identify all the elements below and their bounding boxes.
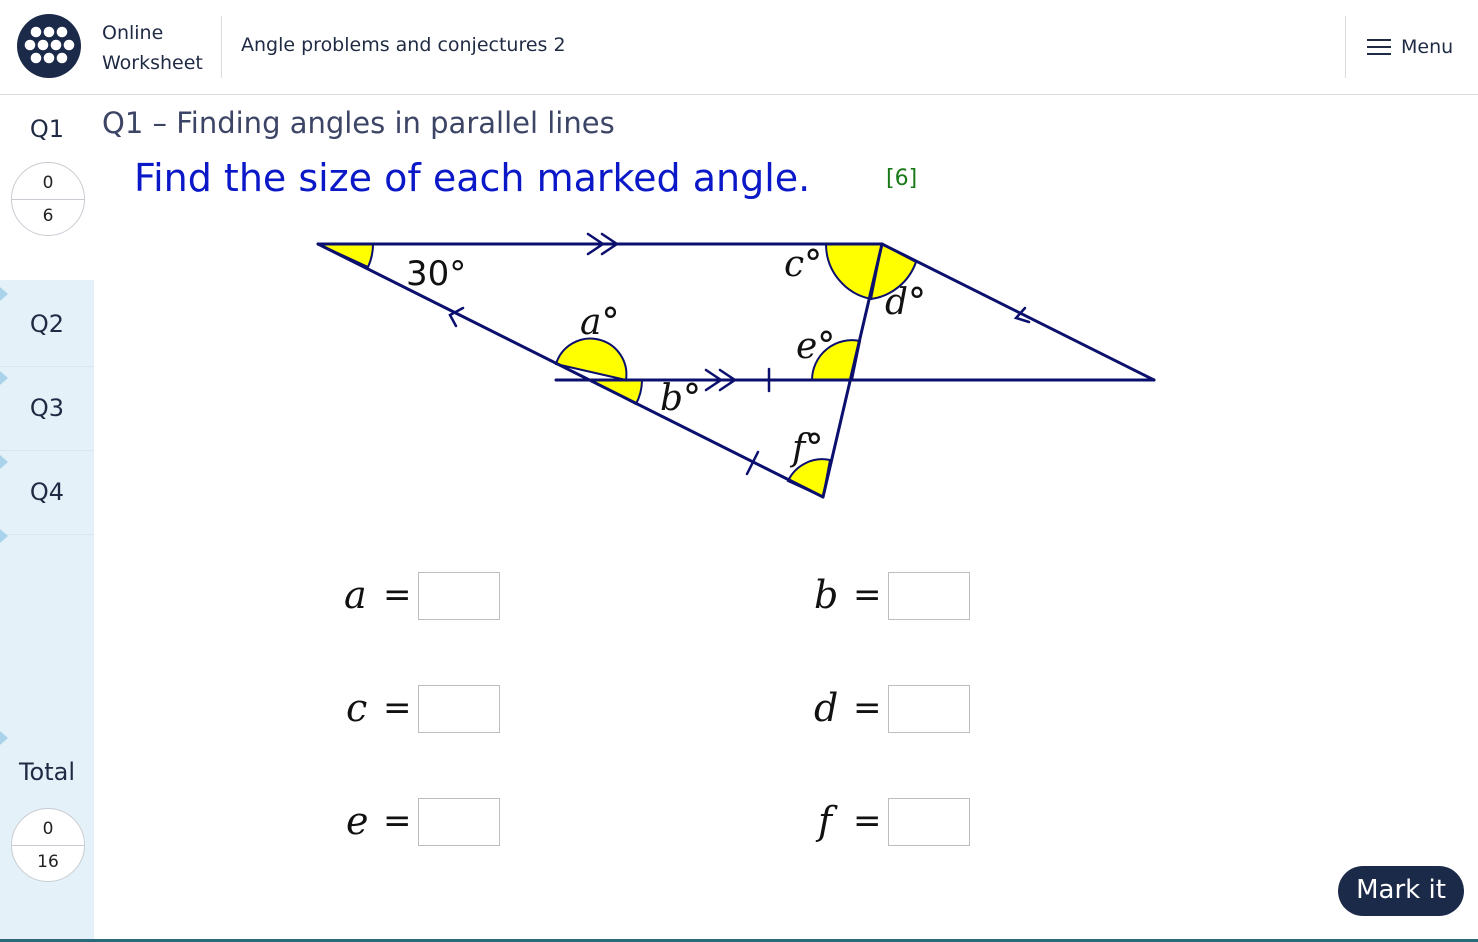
answer-f-label: f — [818, 799, 833, 843]
answer-a-label: a — [344, 573, 367, 617]
total-score: 0 — [42, 819, 54, 839]
left-transversal — [316, 242, 825, 499]
brand-line-2: Worksheet — [102, 52, 203, 74]
menu-label: Menu — [1401, 36, 1454, 58]
parallel-lines-diagram: 30° c° d° a° e° b° f° — [316, 232, 1156, 499]
q1-score: 0 — [42, 173, 54, 193]
label-b: b° — [660, 378, 701, 419]
total-score-circle: 0 16 — [11, 808, 85, 882]
sidebar-item-q2[interactable]: Q2 — [0, 280, 94, 367]
label-a: a° — [580, 302, 619, 343]
answer-a-input[interactable] — [418, 572, 500, 620]
answer-b-equals: = — [853, 575, 882, 615]
answer-e-label: e — [346, 799, 369, 843]
answer-e-equals: = — [383, 801, 412, 841]
q4-label: Q4 — [29, 478, 65, 506]
answer-c-equals: = — [383, 688, 412, 728]
label-c: c° — [784, 244, 822, 285]
header-divider-right — [1345, 16, 1346, 78]
label-d: d° — [885, 282, 926, 323]
answer-f-equals: = — [853, 801, 882, 841]
angle-a-sector — [554, 337, 628, 382]
tab-notch — [0, 448, 8, 476]
answer-f-input[interactable] — [888, 798, 970, 846]
total-label: Total — [18, 758, 76, 786]
tab-notch — [0, 522, 8, 550]
answer-b-input[interactable] — [888, 572, 970, 620]
header-divider — [221, 16, 222, 78]
total-max: 16 — [37, 852, 59, 872]
brand-line-1: Online — [102, 22, 164, 44]
q1-label: Q1 — [29, 115, 65, 143]
answer-a-equals: = — [383, 575, 412, 615]
sidebar-item-q4[interactable]: Q4 — [0, 448, 94, 535]
label-f: f° — [789, 428, 823, 469]
question-heading: Q1 – Finding angles in parallel lines — [102, 106, 615, 140]
answer-c-label: c — [346, 686, 368, 730]
hamburger-icon — [1367, 39, 1391, 55]
sidebar-item-q3[interactable]: Q3 — [0, 364, 94, 451]
answer-d-input[interactable] — [888, 685, 970, 733]
tab-notch — [0, 724, 8, 752]
question-marks: [6] — [886, 166, 918, 191]
answer-d-label: d — [814, 686, 839, 730]
answer-b-label: b — [814, 573, 839, 617]
answer-e-input[interactable] — [418, 798, 500, 846]
top-header: Online Worksheet Angle problems and conj… — [0, 0, 1478, 95]
q1-max: 6 — [42, 206, 54, 226]
sidebar-item-q1[interactable]: Q1 0 6 — [0, 95, 94, 280]
given-angle-label: 30° — [406, 254, 466, 294]
label-e: e° — [796, 326, 835, 367]
tab-notch — [0, 280, 8, 308]
logo-dots-icon[interactable] — [17, 14, 81, 78]
brand-name: Online Worksheet — [102, 18, 203, 78]
worksheet-title: Angle problems and conjectures 2 — [241, 34, 566, 56]
mark-it-button[interactable]: Mark it — [1338, 866, 1464, 916]
menu-button[interactable]: Menu — [1367, 30, 1453, 64]
q2-label: Q2 — [29, 310, 65, 338]
answer-d-equals: = — [853, 688, 882, 728]
tab-notch — [0, 364, 8, 392]
question-instruction: Find the size of each marked angle. — [134, 156, 811, 200]
q1-score-circle: 0 6 — [11, 162, 85, 236]
answer-c-input[interactable] — [418, 685, 500, 733]
q3-label: Q3 — [29, 394, 65, 422]
